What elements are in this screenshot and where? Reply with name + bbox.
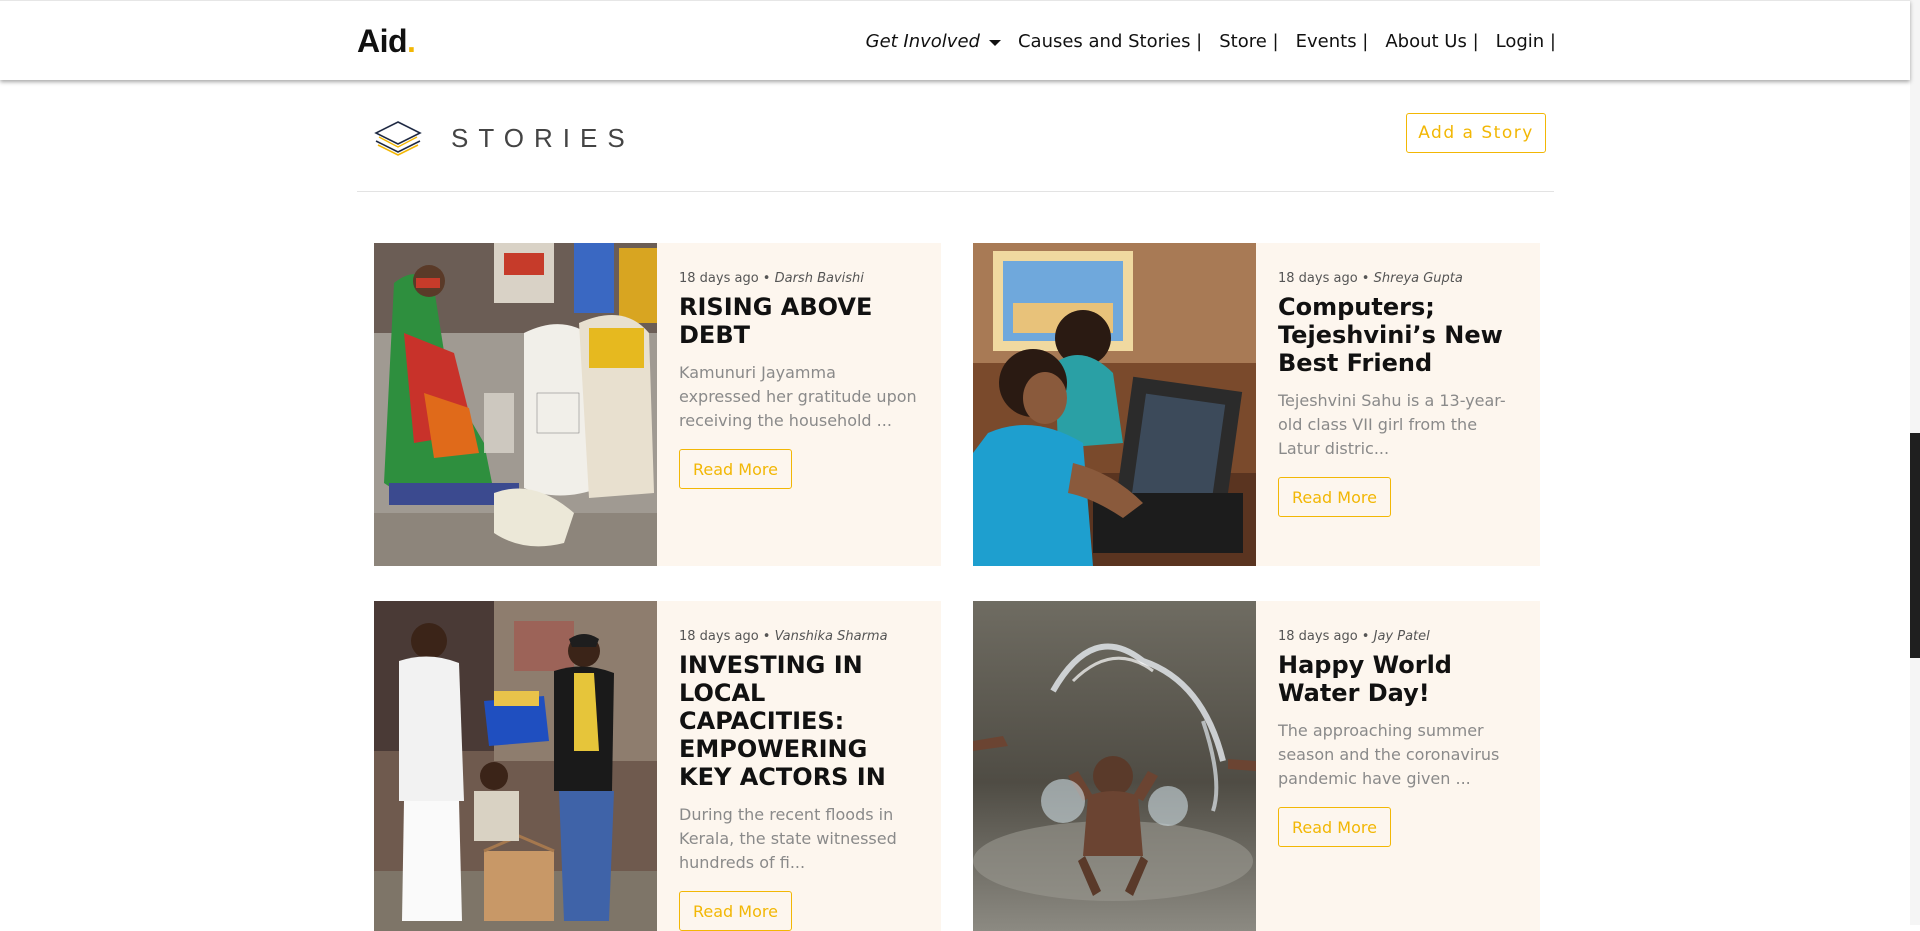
- story-author[interactable]: Vanshika Sharma: [775, 629, 888, 644]
- nav-store[interactable]: Store |: [1219, 31, 1278, 52]
- story-meta: 18 days ago • Shreya Gupta: [1278, 271, 1520, 286]
- read-more-button[interactable]: Read More: [679, 449, 792, 489]
- nav-login[interactable]: Login |: [1496, 31, 1556, 52]
- add-story-button[interactable]: Add a Story: [1406, 113, 1546, 153]
- nav-links: Get Involved Causes and Stories | Store …: [866, 31, 1556, 52]
- divider: [357, 191, 1554, 192]
- brand-name: Aid: [357, 23, 408, 59]
- read-more-button[interactable]: Read More: [679, 891, 792, 931]
- story-image[interactable]: [374, 601, 657, 931]
- story-card-body: 18 days ago • Darsh Bavishi RISING ABOVE…: [657, 243, 941, 566]
- story-image[interactable]: [374, 243, 657, 566]
- nav-events[interactable]: Events |: [1296, 31, 1369, 52]
- story-excerpt: During the recent floods in Kerala, the …: [679, 805, 897, 872]
- story-excerpt: The approaching summer season and the co…: [1278, 721, 1500, 788]
- story-title[interactable]: RISING ABOVE DEBT: [679, 293, 921, 349]
- story-image-computers: [973, 243, 1256, 566]
- nav-about-us[interactable]: About Us |: [1385, 31, 1478, 52]
- story-author[interactable]: Shreya Gupta: [1374, 271, 1463, 286]
- story-image-water: [973, 601, 1256, 931]
- story-title[interactable]: Happy World Water Day!: [1278, 651, 1520, 707]
- chevron-down-icon: [988, 39, 1001, 46]
- story-card-body: 18 days ago • Shreya Gupta Computers; Te…: [1256, 243, 1540, 566]
- story-card: 18 days ago • Jay Patel Happy World Wate…: [973, 601, 1540, 931]
- story-meta: 18 days ago • Vanshika Sharma: [679, 629, 921, 644]
- story-title[interactable]: INVESTING IN LOCAL CAPACITIES: EMPOWERIN…: [679, 651, 921, 791]
- story-card: 18 days ago • Vanshika Sharma INVESTING …: [374, 601, 941, 931]
- navbar: Aid. Get Involved Causes and Stories | S…: [0, 0, 1910, 80]
- story-time: 18 days ago •: [679, 271, 771, 286]
- story-image[interactable]: [973, 601, 1256, 931]
- story-time: 18 days ago •: [1278, 271, 1370, 286]
- stories-header: STORIES: [373, 118, 635, 158]
- nav-get-involved-label: Get Involved: [865, 31, 980, 52]
- story-image-market: [374, 243, 657, 566]
- story-time: 18 days ago •: [1278, 629, 1370, 644]
- story-meta: 18 days ago • Jay Patel: [1278, 629, 1520, 644]
- page-title: STORIES: [451, 122, 635, 153]
- layers-icon: [374, 121, 422, 156]
- story-image[interactable]: [973, 243, 1256, 566]
- brand-dot: .: [407, 23, 416, 59]
- story-author[interactable]: Darsh Bavishi: [775, 271, 864, 286]
- story-excerpt: Tejeshvini Sahu is a 13-year-old class V…: [1278, 391, 1506, 458]
- story-card-body: 18 days ago • Vanshika Sharma INVESTING …: [657, 601, 941, 931]
- nav-causes-and-stories[interactable]: Causes and Stories |: [1018, 31, 1202, 52]
- story-author[interactable]: Jay Patel: [1374, 629, 1430, 644]
- story-image-volunteers: [374, 601, 657, 931]
- story-excerpt: Kamunuri Jayamma expressed her gratitude…: [679, 363, 917, 430]
- scrollbar-thumb[interactable]: [1910, 433, 1920, 658]
- story-title[interactable]: Computers; Tejeshvini’s New Best Friend: [1278, 293, 1520, 377]
- nav-get-involved[interactable]: Get Involved: [866, 31, 1001, 52]
- brand-logo[interactable]: Aid.: [357, 23, 416, 60]
- story-time: 18 days ago •: [679, 629, 771, 644]
- story-card-body: 18 days ago • Jay Patel Happy World Wate…: [1256, 601, 1540, 931]
- read-more-button[interactable]: Read More: [1278, 477, 1391, 517]
- story-card: 18 days ago • Shreya Gupta Computers; Te…: [973, 243, 1540, 566]
- story-card: 18 days ago • Darsh Bavishi RISING ABOVE…: [374, 243, 941, 566]
- read-more-button[interactable]: Read More: [1278, 807, 1391, 847]
- story-meta: 18 days ago • Darsh Bavishi: [679, 271, 921, 286]
